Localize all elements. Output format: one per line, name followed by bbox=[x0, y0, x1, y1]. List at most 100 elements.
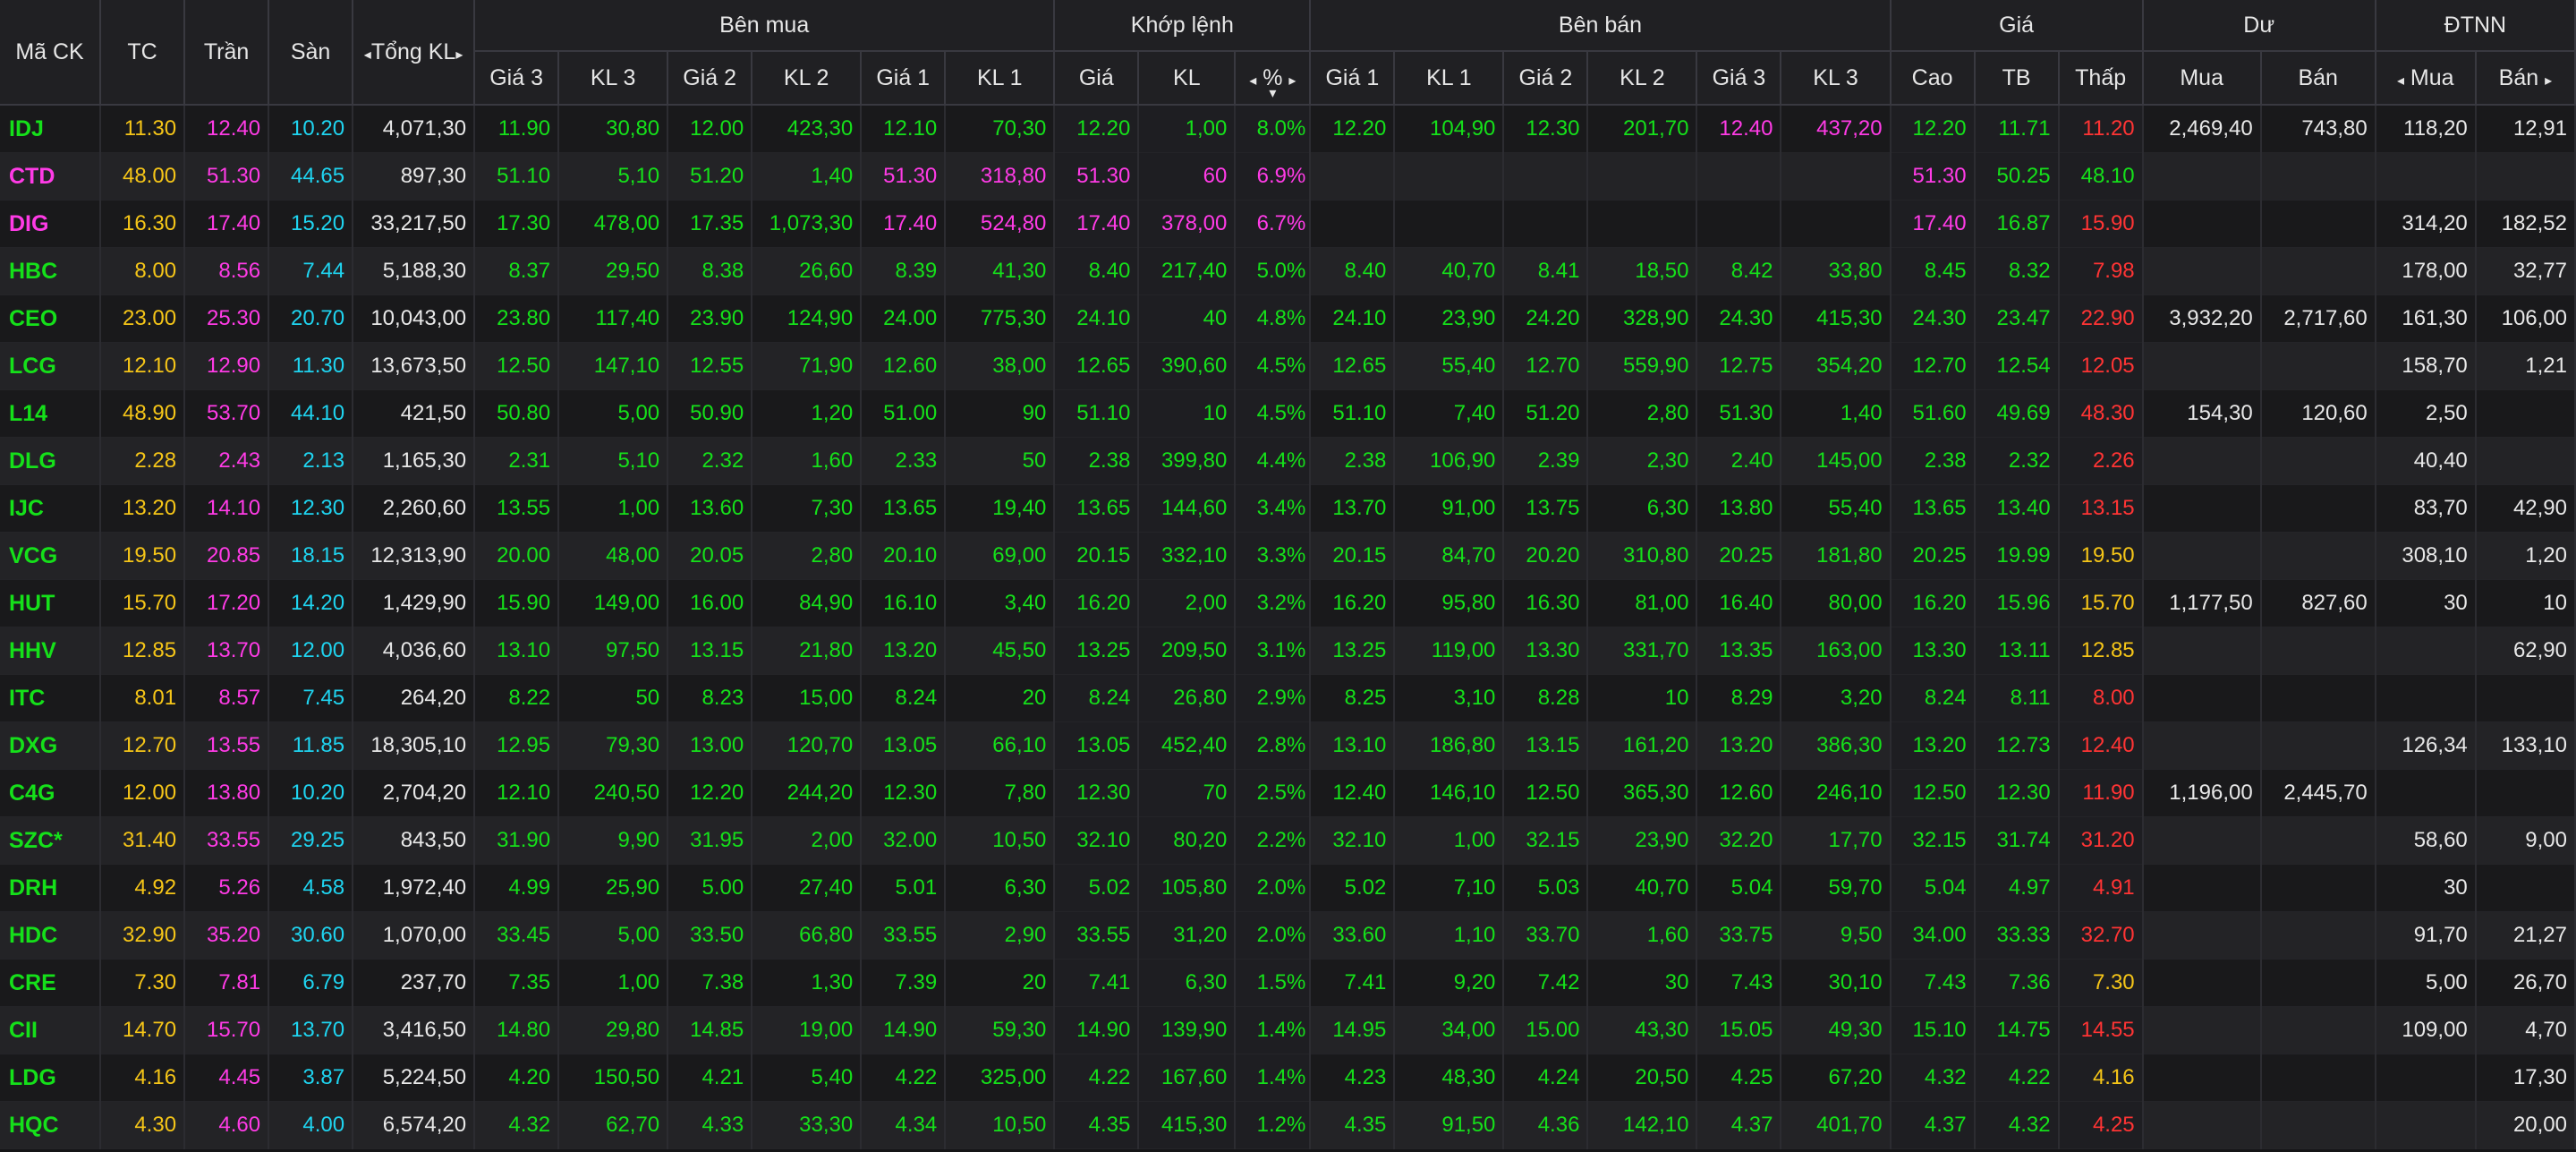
table-row[interactable]: HDC 32.90 35.20 30.60 1,070,00 33.45 5,00 33.50… bbox=[0, 911, 2576, 960]
cell-match-vol: 40 bbox=[1138, 294, 1237, 343]
cell-buy-price-1: 4.22 bbox=[861, 1054, 947, 1102]
cell-symbol[interactable]: SZC* bbox=[0, 816, 102, 865]
cell-symbol[interactable]: HUT bbox=[0, 579, 102, 627]
table-row[interactable]: HHV 12.85 13.70 12.00 4,036,60 13.10 97,50 13.1… bbox=[0, 627, 2576, 675]
header-match-price[interactable]: Giá bbox=[1054, 51, 1140, 106]
cell-symbol[interactable]: DLG bbox=[0, 437, 102, 485]
table-row[interactable]: DXG 12.70 13.55 11.85 18,305,10 12.95 79,30 13.… bbox=[0, 721, 2576, 770]
header-low[interactable]: Thấp bbox=[2058, 51, 2144, 106]
cell-match-vol: 70 bbox=[1138, 769, 1237, 817]
cell-ref: 4.16 bbox=[100, 1054, 186, 1102]
header-total-volume[interactable]: ◂Tổng KL▸ bbox=[353, 0, 476, 106]
arrow-right-icon[interactable]: ▸ bbox=[455, 47, 463, 63]
cell-high: 4.37 bbox=[1890, 1101, 1976, 1149]
header-buy-vol-2[interactable]: KL 2 bbox=[752, 51, 863, 106]
header-remain-sell[interactable]: Bán bbox=[2260, 51, 2376, 106]
header-avg[interactable]: TB bbox=[1974, 51, 2060, 106]
cell-symbol[interactable]: CII bbox=[0, 1006, 102, 1054]
cell-symbol[interactable]: IJC bbox=[0, 484, 102, 533]
cell-match-vol: 332,10 bbox=[1138, 532, 1237, 580]
header-buy-price-1[interactable]: Giá 1 bbox=[861, 51, 947, 106]
cell-symbol[interactable]: DXG bbox=[0, 721, 102, 770]
sort-desc-icon[interactable]: ▾ bbox=[1269, 84, 1276, 102]
header-buy-vol-3[interactable]: KL 3 bbox=[558, 51, 669, 106]
cell-buy-price-3: 12.95 bbox=[474, 721, 560, 770]
table-row[interactable]: HQC 4.30 4.60 4.00 6,574,20 4.32 62,70 4.33 33,3… bbox=[0, 1101, 2576, 1149]
cell-symbol[interactable]: L14 bbox=[0, 389, 102, 438]
table-row[interactable]: HBC 8.00 8.56 7.44 5,188,30 8.37 29,50 8.38 26,6… bbox=[0, 247, 2576, 295]
table-row[interactable]: C4G 12.00 13.80 10.20 2,704,20 12.10 240,50 12.… bbox=[0, 769, 2576, 817]
cell-symbol[interactable]: IDJ bbox=[0, 105, 102, 153]
header-sell-price-3[interactable]: Giá 3 bbox=[1696, 51, 1782, 106]
cell-buy-vol-3: 79,30 bbox=[558, 721, 669, 770]
table-row[interactable]: HUT 15.70 17.20 14.20 1,429,90 15.90 149,00 16.… bbox=[0, 579, 2576, 627]
cell-symbol[interactable]: HHV bbox=[0, 627, 102, 675]
header-match-vol[interactable]: KL bbox=[1138, 51, 1237, 106]
cell-buy-price-3: 13.55 bbox=[474, 484, 560, 533]
table-row[interactable]: IDJ 11.30 12.40 10.20 4,071,30 11.90 30,80 12.0… bbox=[0, 105, 2576, 153]
cell-match-pct: 1.2% bbox=[1235, 1101, 1312, 1149]
header-floor[interactable]: Sàn bbox=[268, 0, 354, 106]
header-remain-buy[interactable]: Mua bbox=[2142, 51, 2262, 106]
table-row[interactable]: ITC 8.01 8.57 7.45 264,20 8.22 50 8.23 15,00 8.24… bbox=[0, 674, 2576, 722]
table-row[interactable]: VCG 19.50 20.85 18.15 12,313,90 20.00 48,00 20.… bbox=[0, 532, 2576, 580]
cell-symbol[interactable]: DRH bbox=[0, 864, 102, 912]
cell-buy-price-3: 33.45 bbox=[474, 911, 560, 960]
header-buy-price-2[interactable]: Giá 2 bbox=[667, 51, 753, 106]
header-sell-vol-2[interactable]: KL 2 bbox=[1587, 51, 1698, 106]
table-row[interactable]: SZC* 31.40 33.55 29.25 843,50 31.90 9,90 31.95 2… bbox=[0, 816, 2576, 865]
cell-symbol[interactable]: CTD bbox=[0, 152, 102, 201]
header-buy-price-3[interactable]: Giá 3 bbox=[474, 51, 560, 106]
arrow-right-icon[interactable]: ▸ bbox=[2545, 73, 2552, 89]
cell-symbol[interactable]: VCG bbox=[0, 532, 102, 580]
header-sell-price-2[interactable]: Giá 2 bbox=[1503, 51, 1589, 106]
table-row[interactable]: CTD 48.00 51.30 44.65 897,30 51.10 5,10 51.20 1,… bbox=[0, 152, 2576, 201]
cell-remain-buy bbox=[2142, 816, 2262, 865]
header-sell-vol-1[interactable]: KL 1 bbox=[1394, 51, 1505, 106]
table-row[interactable]: DIG 16.30 17.40 15.20 33,217,50 17.30 478,00 17… bbox=[0, 200, 2576, 248]
table-row[interactable]: CII 14.70 15.70 13.70 3,416,50 14.80 29,80 14.8… bbox=[0, 1006, 2576, 1054]
header-sell-vol-3[interactable]: KL 3 bbox=[1781, 51, 1892, 106]
table-row[interactable]: DRH 4.92 5.26 4.58 1,972,40 4.99 25,90 5.00 27,4… bbox=[0, 864, 2576, 912]
cell-symbol[interactable]: ITC bbox=[0, 674, 102, 722]
header-foreign-sell[interactable]: Bán ▸ bbox=[2475, 51, 2576, 106]
header-high[interactable]: Cao bbox=[1890, 51, 1976, 106]
header-ref[interactable]: TC bbox=[100, 0, 186, 106]
arrow-right-icon[interactable]: ▸ bbox=[1288, 73, 1296, 89]
cell-symbol[interactable]: LCG bbox=[0, 342, 102, 390]
header-match-pct[interactable]: ◂ % ▸ ▾ bbox=[1235, 51, 1312, 106]
header-foreign-buy[interactable]: ◂ Mua bbox=[2375, 51, 2477, 106]
cell-symbol[interactable]: CEO bbox=[0, 294, 102, 343]
price-table-body: IDJ 11.30 12.40 10.20 4,071,30 11.90 30,80 12.0… bbox=[0, 105, 2576, 1149]
cell-symbol[interactable]: C4G bbox=[0, 769, 102, 817]
arrow-left-icon[interactable]: ◂ bbox=[364, 47, 371, 63]
arrow-left-icon[interactable]: ◂ bbox=[2397, 73, 2404, 89]
table-row[interactable]: LCG 12.10 12.90 11.30 13,673,50 12.50 147,10 12… bbox=[0, 342, 2576, 390]
cell-match-price: 8.24 bbox=[1054, 674, 1140, 722]
cell-symbol[interactable]: HBC bbox=[0, 247, 102, 295]
header-symbol[interactable]: Mã CK bbox=[0, 0, 102, 106]
cell-foreign-buy: 109,00 bbox=[2375, 1006, 2477, 1054]
table-row[interactable]: DLG 2.28 2.43 2.13 1,165,30 2.31 5,10 2.32 1,60 2… bbox=[0, 437, 2576, 485]
cell-symbol[interactable]: CRE bbox=[0, 959, 102, 1007]
cell-buy-price-2: 14.85 bbox=[667, 1006, 753, 1054]
header-ceiling[interactable]: Trần bbox=[184, 0, 270, 106]
table-row[interactable]: CEO 23.00 25.30 20.70 10,043,00 23.80 117,40 23… bbox=[0, 294, 2576, 343]
cell-remain-buy: 1,177,50 bbox=[2142, 579, 2262, 627]
cell-symbol[interactable]: DIG bbox=[0, 200, 102, 248]
cell-low: 7.30 bbox=[2058, 959, 2144, 1007]
header-sell-price-1[interactable]: Giá 1 bbox=[1310, 51, 1396, 106]
cell-sell-price-2: 51.20 bbox=[1503, 389, 1589, 438]
table-row[interactable]: L14 48.90 53.70 44.10 421,50 50.80 5,00 50.90 1,… bbox=[0, 389, 2576, 438]
table-row[interactable]: LDG 4.16 4.45 3.87 5,224,50 4.20 150,50 4.21 5,4… bbox=[0, 1054, 2576, 1102]
header-buy-vol-1[interactable]: KL 1 bbox=[945, 51, 1056, 106]
table-row[interactable]: CRE 7.30 7.81 6.79 237,70 7.35 1,00 7.38 1,30 7.3… bbox=[0, 959, 2576, 1007]
cell-buy-price-2: 4.21 bbox=[667, 1054, 753, 1102]
header-sell-group: Bên bán bbox=[1310, 0, 1892, 52]
cell-symbol[interactable]: HQC bbox=[0, 1101, 102, 1149]
cell-sell-price-1: 12.20 bbox=[1310, 105, 1396, 153]
cell-symbol[interactable]: LDG bbox=[0, 1054, 102, 1102]
cell-symbol[interactable]: HDC bbox=[0, 911, 102, 960]
arrow-left-icon[interactable]: ◂ bbox=[1249, 73, 1256, 89]
table-row[interactable]: IJC 13.20 14.10 12.30 2,260,60 13.55 1,00 13.60… bbox=[0, 484, 2576, 533]
